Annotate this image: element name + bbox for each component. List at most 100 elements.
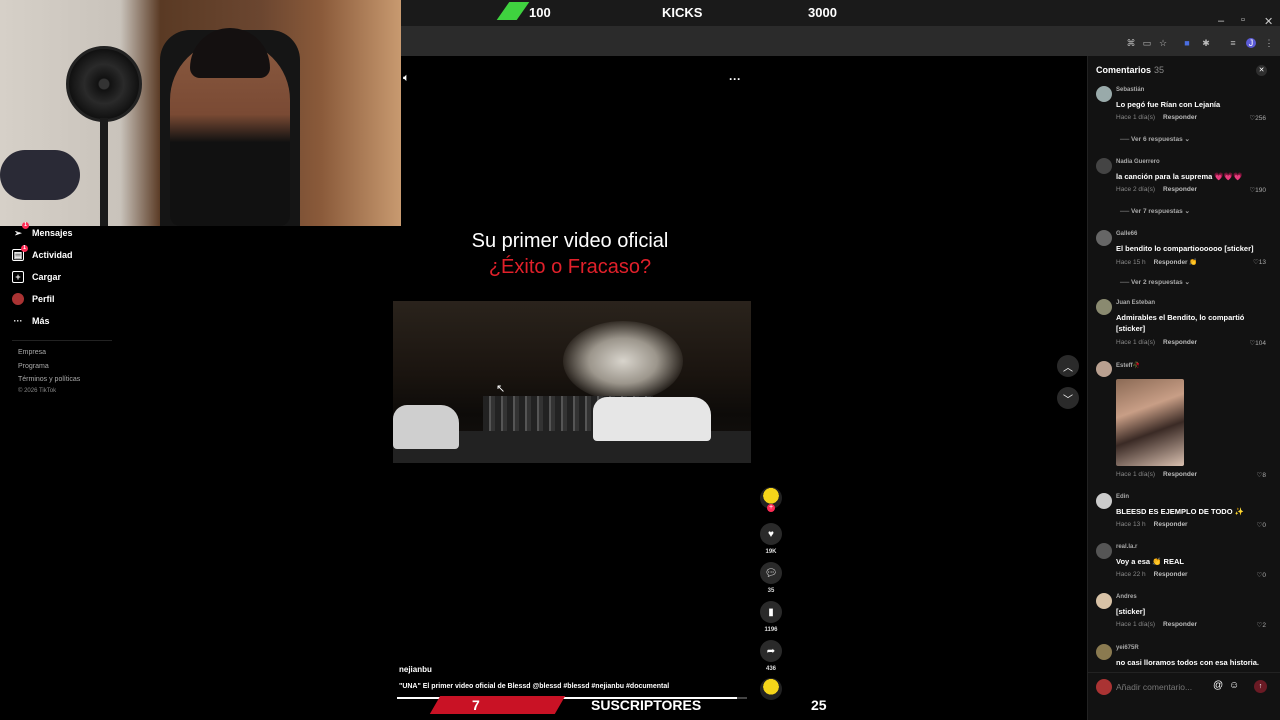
comment-user[interactable]: Galle66 (1116, 231, 1137, 237)
like-count: 0 (1262, 522, 1266, 529)
video-frame[interactable] (393, 301, 751, 463)
reply-button[interactable]: Responder (1163, 621, 1197, 628)
divider (12, 340, 112, 341)
heart-icon: ♥ (768, 528, 774, 540)
restore-button[interactable]: ▫ (1241, 14, 1245, 26)
star-icon[interactable]: ☆ (1158, 38, 1168, 48)
comment-likes[interactable]: ♡104 (1230, 339, 1266, 347)
video-author[interactable]: nejianbu (399, 665, 432, 674)
comment-meta: Hace 22 h Responder (1116, 571, 1188, 578)
like-button[interactable]: ♥ (760, 523, 782, 545)
reply-button[interactable]: Responder (1163, 339, 1197, 346)
comment-time: Hace 15 h (1116, 259, 1146, 266)
comment-avatar[interactable] (1096, 230, 1112, 246)
comment-button[interactable]: 💬︎ (760, 562, 782, 584)
video-caption: "UNA" El primer video oficial de Blessd … (399, 683, 670, 690)
profile-avatar (12, 293, 24, 305)
media-icon[interactable]: ≡ (1228, 38, 1238, 48)
comment-likes[interactable]: ♡256 (1230, 114, 1266, 122)
comment-avatar[interactable] (1096, 86, 1112, 102)
sidebar-item-actividad[interactable]: ▤ 1 Actividad (12, 245, 73, 264)
comment-likes[interactable]: ♡190 (1230, 186, 1266, 194)
view-replies-button[interactable]: ── Ver 6 respuestas ⌄ (1120, 135, 1190, 143)
reply-button[interactable]: Responder (1163, 114, 1197, 121)
translate-icon[interactable]: ⌘ (1126, 38, 1136, 48)
footer-link-terminos[interactable]: Términos y políticas (18, 376, 80, 383)
send-comment-button[interactable]: ↑ (1254, 680, 1267, 693)
comment-user[interactable]: yei675R (1116, 645, 1139, 651)
profile-icon[interactable]: J (1246, 38, 1256, 48)
sidebar-item-label: Cargar (32, 272, 62, 282)
cast-icon[interactable]: ▭ (1142, 38, 1152, 48)
comment-likes[interactable]: ♡0 (1230, 521, 1266, 529)
share-button[interactable]: ➦ (760, 640, 782, 662)
view-replies-button[interactable]: ── Ver 2 respuestas ⌄ (1120, 278, 1190, 286)
footer-link-empresa[interactable]: Empresa (18, 349, 46, 356)
reply-button[interactable]: Responder (1154, 571, 1188, 578)
sidebar-item-mas[interactable]: ··· Más (12, 312, 50, 330)
sidebar-item-cargar[interactable]: + Cargar (12, 268, 61, 286)
footer-link-programa[interactable]: Programa (18, 363, 49, 370)
close-icon: ✕ (1258, 67, 1265, 74)
comment-time: Hace 22 h (1116, 571, 1146, 578)
comment-likes[interactable]: ♡0 (1230, 571, 1266, 579)
save-button[interactable]: ▮ (760, 601, 782, 623)
address-bar[interactable] (405, 32, 1105, 52)
comment-text: BLEESD ES EJEMPLO DE TODO ✨ (1116, 507, 1244, 516)
comment-user[interactable]: Sebastián (1116, 87, 1144, 93)
comment-user[interactable]: Edin (1116, 494, 1129, 500)
replies-label: Ver 2 respuestas (1131, 279, 1183, 286)
reply-button[interactable]: Responder (1163, 471, 1197, 478)
volume-icon[interactable]: 🔈︎ (403, 72, 410, 85)
comment-photo-image[interactable] (1116, 379, 1184, 466)
mention-icon[interactable]: @ (1213, 680, 1223, 691)
comment-avatar[interactable] (1096, 299, 1112, 315)
comment-user[interactable]: Andres (1116, 594, 1137, 600)
comments-count: 35 (1154, 65, 1165, 75)
comment-likes[interactable]: ♡13 (1230, 258, 1266, 266)
comment-likes[interactable]: ♡8 (1230, 471, 1266, 479)
comment-avatar[interactable] (1096, 361, 1112, 377)
comment-text: la canción para la suprema 💗💗💗 (1116, 172, 1243, 181)
reply-button[interactable]: Responder (1154, 259, 1188, 266)
sidebar-item-label: Mensajes (32, 228, 73, 238)
inbox-icon: ▤ 1 (12, 245, 28, 261)
follow-plus-icon[interactable]: + (767, 504, 775, 512)
comment-avatar[interactable] (1096, 644, 1112, 660)
reply-button[interactable]: Responder (1154, 521, 1188, 528)
like-count: 8 (1262, 472, 1266, 479)
comment-user[interactable]: Juan Esteban (1116, 300, 1155, 306)
comment-avatar[interactable] (1096, 158, 1112, 174)
comment-reaction: 👏 (1189, 259, 1198, 266)
previous-video-button[interactable]: ︿ (1057, 355, 1079, 377)
close-comments-button[interactable]: ✕ (1256, 65, 1267, 76)
browser-menu-icon[interactable]: ⋮ (1264, 38, 1274, 48)
reply-button[interactable]: Responder (1163, 186, 1197, 193)
comment-user[interactable]: Esteff🥀 (1116, 362, 1140, 369)
comment-input[interactable] (1116, 679, 1246, 695)
comment-avatar[interactable] (1096, 493, 1112, 509)
comment-avatar[interactable] (1096, 593, 1112, 609)
comments-header: Comentarios 35 (1096, 65, 1164, 75)
comment-likes[interactable]: ♡2 (1230, 621, 1266, 629)
emoji-icon[interactable]: ☺ (1229, 680, 1239, 691)
sidebar-item-mensajes[interactable]: ➢ 1 Mensajes (12, 222, 73, 242)
kicks-goal: 3000 (808, 5, 837, 20)
puzzle-icon[interactable]: ✱ (1201, 38, 1211, 48)
comment-text: El bendito lo compartioooooo [sticker] (1116, 244, 1254, 253)
comment-meta: Hace 1 día(s) Responder (1116, 114, 1197, 121)
like-count: 190 (1255, 187, 1266, 194)
view-replies-button[interactable]: ── Ver 7 respuestas ⌄ (1120, 207, 1190, 215)
next-video-button[interactable]: ﹀ (1057, 387, 1079, 409)
sidebar-item-perfil[interactable]: Perfil (12, 290, 55, 308)
kicks-label: KICKS (662, 5, 703, 20)
sound-avatar[interactable] (760, 678, 782, 700)
comment-user[interactable]: Nadia Guerrero (1116, 159, 1160, 165)
microphone-image (0, 150, 80, 200)
more-options-icon[interactable]: ··· (729, 72, 741, 86)
extension-icon[interactable]: ■ (1182, 38, 1192, 48)
like-count: 0 (1262, 572, 1266, 579)
comment-user[interactable]: real.la.r (1116, 544, 1137, 550)
comment-avatar[interactable] (1096, 543, 1112, 559)
subs-goal: 25 (811, 697, 827, 713)
